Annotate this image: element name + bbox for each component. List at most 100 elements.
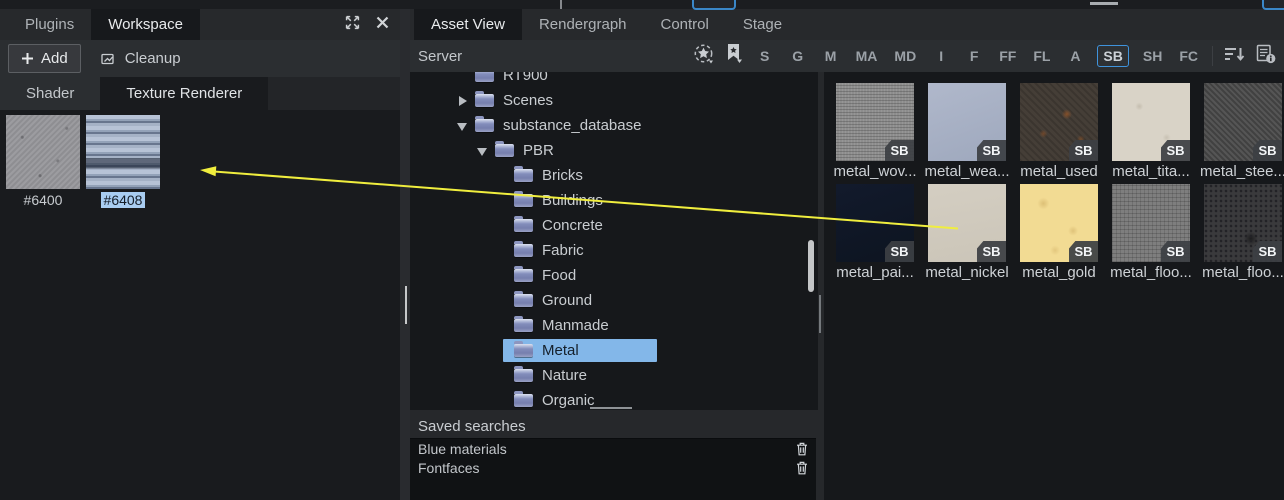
material-thumbnail[interactable]: SB (1112, 83, 1190, 161)
grid-scrollbar[interactable] (819, 295, 821, 333)
tree-item-manmade[interactable]: Manmade (410, 313, 806, 338)
filter-button-a[interactable]: A (1064, 46, 1086, 66)
filter-button-sb[interactable]: SB (1097, 45, 1128, 67)
filter-button-f[interactable]: F (963, 46, 985, 66)
material-card[interactable]: SB metal_stee... (1197, 83, 1284, 180)
filter-button-ma[interactable]: MA (853, 46, 881, 66)
material-thumbnail[interactable]: SB (1020, 184, 1098, 262)
substance-badge: SB (1069, 140, 1098, 161)
filter-button-fc[interactable]: FC (1176, 46, 1201, 66)
cleanup-button[interactable]: Cleanup (101, 50, 181, 67)
material-card[interactable]: SB metal_used (1013, 83, 1105, 180)
tree-item-nature[interactable]: Nature (410, 363, 806, 388)
material-label: metal_stee... (1197, 163, 1284, 180)
material-thumbnail[interactable]: SB (928, 83, 1006, 161)
tab-workspace[interactable]: Workspace (91, 9, 200, 40)
material-card[interactable]: SB metal_floo... (1197, 184, 1284, 281)
asset-view-panel: Asset View Rendergraph Control Stage Ser… (410, 9, 1284, 500)
tab-plugins[interactable]: Plugins (8, 9, 91, 40)
material-thumbnail[interactable]: SB (1112, 184, 1190, 262)
clipped-divider-handle[interactable] (1090, 2, 1118, 5)
tab-stage[interactable]: Stage (726, 9, 799, 40)
folder-icon (514, 244, 533, 257)
splitter-handle-icon[interactable] (405, 286, 407, 324)
folder-icon (475, 94, 494, 107)
material-card[interactable]: SB metal_wov... (829, 83, 921, 180)
folder-icon (514, 369, 533, 382)
filter-button-m[interactable]: M (820, 46, 842, 66)
filter-button-g[interactable]: G (787, 46, 809, 66)
server-header-bar: Server S G (410, 40, 1284, 72)
filter-toolbar: S G M MA MD I F FF FL A SB SH FC (693, 43, 1276, 69)
document-info-icon[interactable] (1256, 44, 1276, 69)
tree-item-bricks[interactable]: Bricks (410, 163, 806, 188)
clipped-blue-button-corner[interactable] (1262, 0, 1284, 10)
filter-button-s[interactable]: S (754, 46, 776, 66)
filter-button-fl[interactable]: FL (1030, 46, 1053, 66)
workspace-panel: Plugins Workspace (0, 9, 400, 500)
expand-arrow-icon[interactable] (476, 145, 488, 157)
texture-label-6400: #6400 (6, 192, 80, 208)
tree-horizontal-scrollbar[interactable] (590, 407, 632, 409)
close-icon[interactable] (376, 16, 389, 34)
material-card[interactable]: SB metal_floo... (1105, 184, 1197, 281)
folder-icon (514, 319, 533, 332)
material-label: metal_tita... (1105, 163, 1197, 180)
tree-item-pbr[interactable]: PBR (410, 138, 806, 163)
sort-icon[interactable] (1224, 46, 1245, 67)
tree-item-food[interactable]: Food (410, 263, 806, 288)
tree-item-buildings[interactable]: Buildings (410, 188, 806, 213)
tab-control[interactable]: Control (644, 9, 726, 40)
filter-button-md[interactable]: MD (891, 46, 919, 66)
substance-badge: SB (977, 241, 1006, 262)
material-card[interactable]: SB metal_pai... (829, 184, 921, 281)
material-thumbnail[interactable]: SB (1204, 184, 1282, 262)
bookmark-icon[interactable] (726, 43, 743, 69)
filter-button-ff[interactable]: FF (996, 46, 1019, 66)
material-card[interactable]: SB metal_gold (1013, 184, 1105, 281)
left-tab-bar: Plugins Workspace (0, 9, 400, 40)
tab-texture-renderer[interactable]: Texture Renderer (100, 77, 268, 110)
material-card[interactable]: SB metal_nickel (921, 184, 1013, 281)
tree-item-scenes[interactable]: Scenes (410, 88, 806, 113)
material-card[interactable]: SB metal_tita... (1105, 83, 1197, 180)
tab-asset-view[interactable]: Asset View (414, 9, 522, 40)
material-thumbnail[interactable]: SB (928, 184, 1006, 262)
maximize-icon[interactable] (344, 14, 361, 36)
saved-search-item[interactable]: Fontfaces (410, 458, 816, 477)
tree-item-ground[interactable]: Ground (410, 288, 806, 313)
top-strip-tick (560, 0, 562, 9)
texture-thumbnail-6400[interactable] (6, 115, 80, 189)
material-thumbnail[interactable]: SB (836, 83, 914, 161)
tab-rendergraph[interactable]: Rendergraph (522, 9, 644, 40)
material-thumbnail[interactable]: SB (836, 184, 914, 262)
folder-icon (475, 72, 494, 82)
folder-icon (475, 119, 494, 132)
material-thumbnail[interactable]: SB (1020, 83, 1098, 161)
tab-shader[interactable]: Shader (0, 77, 100, 110)
tree-item-clipped[interactable]: RT900 (410, 72, 806, 88)
panel-splitter[interactable] (400, 9, 410, 500)
expand-arrow-icon[interactable] (456, 120, 468, 132)
favorite-refresh-icon[interactable] (693, 43, 715, 69)
trash-icon[interactable] (796, 461, 808, 475)
saved-search-item[interactable]: Blue materials (410, 439, 816, 458)
trash-icon[interactable] (796, 442, 808, 456)
texture-label-6408: #6408 (86, 192, 160, 208)
clipped-blue-button[interactable] (692, 0, 736, 10)
tree-scrollbar[interactable] (808, 240, 814, 292)
folder-icon (514, 194, 533, 207)
material-card[interactable]: SB metal_wea... (921, 83, 1013, 180)
toolbar-separator (1212, 46, 1213, 66)
tree-item-concrete[interactable]: Concrete (410, 213, 806, 238)
add-button[interactable]: Add (8, 44, 81, 73)
material-thumbnail[interactable]: SB (1204, 83, 1282, 161)
texture-thumbnail-6408[interactable] (86, 115, 160, 189)
tree-item-metal[interactable]: Metal (410, 338, 806, 363)
tree-item-fabric[interactable]: Fabric (410, 238, 806, 263)
material-grid: SB metal_wov... SB metal_wea... SB metal… (824, 72, 1284, 500)
filter-button-i[interactable]: I (930, 46, 952, 66)
filter-button-sh[interactable]: SH (1140, 46, 1165, 66)
collapse-arrow-icon[interactable] (456, 95, 468, 107)
tree-item-substance-database[interactable]: substance_database (410, 113, 806, 138)
